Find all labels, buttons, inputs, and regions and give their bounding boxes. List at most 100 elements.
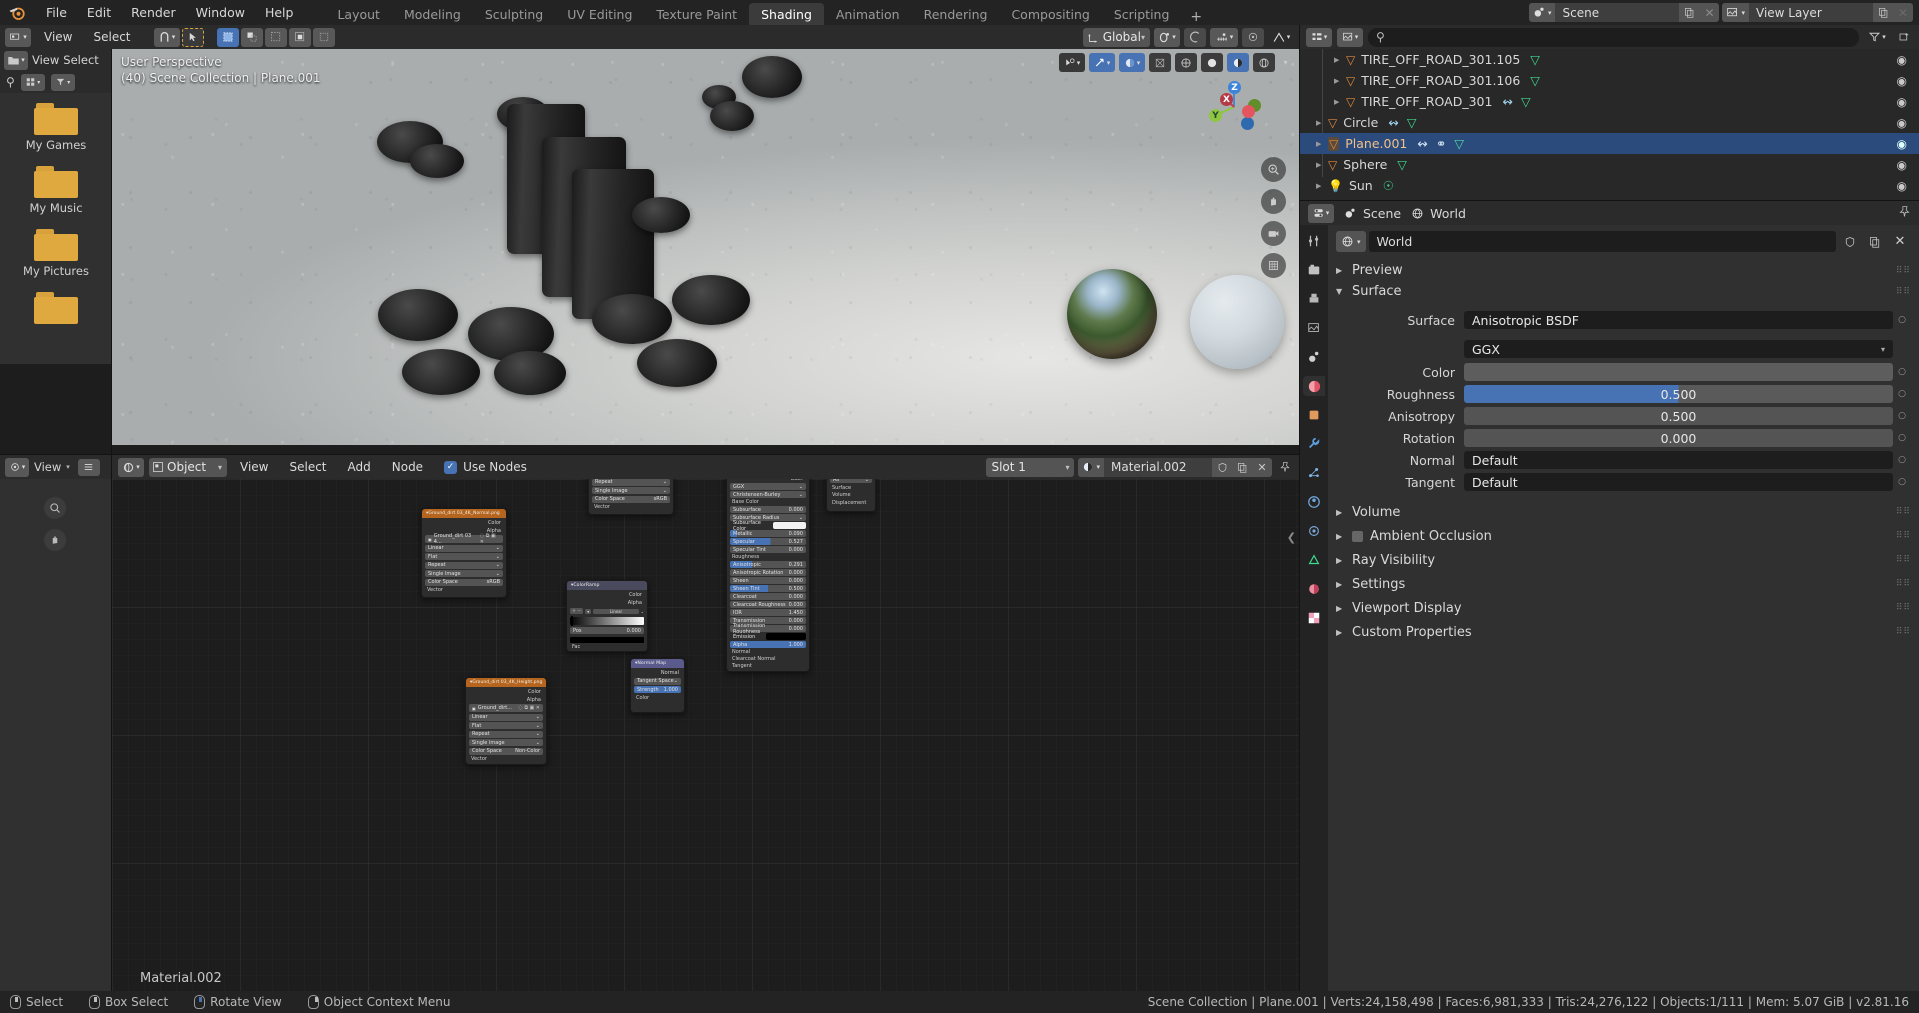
ambient-occlusion-checkbox[interactable] bbox=[1352, 530, 1363, 542]
sidebar-zoom-icon[interactable] bbox=[44, 497, 66, 519]
outliner-row-plane-001[interactable]: ▶ ▽ Plane.001 ↭ ⚭ ▽ ◉ bbox=[1300, 133, 1919, 154]
shading-wireframe-icon[interactable] bbox=[1149, 53, 1171, 72]
modifier-icon[interactable]: ↭ bbox=[1502, 94, 1512, 109]
shading-rendered-icon[interactable] bbox=[1253, 53, 1275, 72]
node-output-bsdf[interactable]: BSDF bbox=[730, 479, 806, 482]
tangent-dropdown[interactable]: Default bbox=[1464, 473, 1893, 491]
animate-property-icon[interactable]: ○ bbox=[1893, 367, 1911, 377]
animate-property-icon[interactable]: ○ bbox=[1893, 477, 1911, 487]
outliner-row-tire-301[interactable]: ▶ ▽ TIRE_OFF_ROAD_301 ↭ ▽ ◉ bbox=[1300, 91, 1919, 112]
bsdf-input-emission[interactable]: Emission bbox=[730, 633, 806, 640]
menu-render[interactable]: Render bbox=[121, 0, 186, 25]
node-image-texture-base-color[interactable]: ▾ Ground_dirt 03_4K_Base_Color.png Color… bbox=[588, 479, 674, 515]
material-name[interactable]: Material.002 bbox=[1104, 457, 1212, 477]
node-output-alpha[interactable]: Alpha bbox=[570, 600, 644, 606]
animate-property-icon[interactable]: ○ bbox=[1893, 411, 1911, 421]
world-name[interactable]: World bbox=[1368, 231, 1836, 252]
xray-toggle-icon[interactable]: ▾ bbox=[1119, 53, 1145, 72]
shader-menu-node[interactable]: Node bbox=[384, 460, 431, 474]
zoom-icon[interactable] bbox=[1261, 157, 1286, 182]
tire-object[interactable] bbox=[637, 339, 717, 387]
bsdf-input-subsurface[interactable]: Subsurface 0.000 bbox=[730, 506, 806, 513]
scene-tab[interactable] bbox=[1303, 347, 1325, 367]
tab-scripting[interactable]: Scripting bbox=[1102, 3, 1182, 25]
scene-name[interactable]: Scene bbox=[1555, 3, 1680, 22]
expand-triangle-icon[interactable]: ▶ bbox=[1316, 140, 1328, 148]
expand-triangle-icon[interactable]: ▶ bbox=[1334, 98, 1346, 106]
material-output-input-surface[interactable]: Surface bbox=[830, 485, 872, 491]
outliner-properties-separator[interactable] bbox=[1300, 200, 1919, 201]
left-column-separator[interactable] bbox=[111, 49, 112, 991]
material-output-target-dropdown[interactable]: All ⌄ bbox=[830, 479, 872, 483]
node-source-dropdown[interactable]: Single Image ⌄ bbox=[469, 739, 543, 746]
falloff-curve-icon[interactable]: ▾ bbox=[1268, 28, 1294, 47]
file-item[interactable] bbox=[0, 292, 112, 324]
node-output-color[interactable]: Color bbox=[570, 592, 644, 598]
copy-icon[interactable] bbox=[1873, 3, 1893, 22]
modifier-icon[interactable]: ↭ bbox=[1388, 115, 1398, 130]
physics-tab[interactable] bbox=[1303, 492, 1325, 512]
data-tab[interactable] bbox=[1303, 550, 1325, 570]
tab-compositing[interactable]: Compositing bbox=[999, 3, 1101, 25]
colorramp-pos-field[interactable]: Pos 0.000 bbox=[570, 627, 644, 634]
select-mode-and-icon[interactable] bbox=[312, 27, 335, 47]
node-color-ramp[interactable]: ▾ ColorRamp Color Alpha ＋ － ▾ Linear ⌄ P… bbox=[566, 580, 648, 652]
bsdf-input-metallic[interactable]: Metallic 0.090 bbox=[730, 530, 806, 537]
proportional-falloff-toggle[interactable] bbox=[1242, 27, 1264, 47]
gizmo-axis-y[interactable]: Y bbox=[1209, 109, 1222, 122]
bsdf-input-sheen[interactable]: Sheen 0.000 bbox=[730, 577, 806, 584]
light-data-icon[interactable]: ☉ bbox=[1383, 178, 1394, 193]
node-interpolation-dropdown[interactable]: Linear ⌄ bbox=[425, 544, 503, 552]
view-layer-name[interactable]: View Layer bbox=[1749, 3, 1873, 22]
output-tab[interactable] bbox=[1303, 289, 1325, 309]
file-item[interactable]: My Music bbox=[0, 166, 112, 215]
node-extension-dropdown[interactable]: Repeat ⌄ bbox=[592, 479, 670, 486]
node-projection-dropdown[interactable]: Flat ⌄ bbox=[469, 722, 543, 729]
node-input-vector[interactable]: Vector bbox=[592, 504, 670, 510]
material-tab[interactable] bbox=[1303, 579, 1325, 599]
panel-preview[interactable]: ▶ Preview ⠿⠿ bbox=[1336, 260, 1911, 281]
tire-object[interactable] bbox=[410, 144, 464, 178]
node-input-fac[interactable]: Fac bbox=[570, 644, 644, 650]
tire-object[interactable] bbox=[592, 294, 672, 344]
colorramp-interpolation[interactable]: Linear bbox=[593, 608, 639, 614]
x-icon[interactable]: ✕ bbox=[1893, 3, 1913, 22]
mesh-data-icon[interactable]: ▽ bbox=[1397, 157, 1407, 172]
copy-icon[interactable] bbox=[1679, 3, 1700, 22]
shader-menu-view[interactable]: View bbox=[232, 460, 276, 474]
shading-solid-filled-icon[interactable] bbox=[1201, 53, 1223, 72]
colorramp-toolbar[interactable]: ＋ － ▾ Linear ⌄ bbox=[570, 608, 644, 614]
panel-volume[interactable]: ▶ Volume ⠿⠿ bbox=[1336, 500, 1911, 524]
node-colorspace-dropdown[interactable]: Color Space Non-Color bbox=[469, 747, 543, 755]
node-input-vector[interactable]: Vector bbox=[469, 756, 543, 762]
tab-layout[interactable]: Layout bbox=[325, 3, 392, 25]
sidebar-collapse-arrow-icon[interactable]: ❮ bbox=[1287, 531, 1296, 544]
outliner-row-tire-106[interactable]: ▶ ▽ TIRE_OFF_ROAD_301.106 ▽ ◉ bbox=[1300, 70, 1919, 91]
outliner-row-circle[interactable]: ▶ ▽ Circle ↭ ▽ ◉ bbox=[1300, 112, 1919, 133]
tab-shading[interactable]: Shading bbox=[749, 3, 824, 25]
node-source-dropdown[interactable]: Single Image ⌄ bbox=[425, 570, 503, 577]
colorramp-color-swatch[interactable] bbox=[570, 636, 644, 643]
node-projection-dropdown[interactable]: Flat ⌄ bbox=[425, 553, 503, 560]
node-header[interactable]: ▾ ColorRamp bbox=[567, 581, 647, 590]
view-icon[interactable]: ▾ bbox=[5, 457, 29, 477]
panel-surface[interactable]: ▼ Surface ⠿⠿ bbox=[1336, 281, 1911, 302]
bsdf-input-alpha[interactable]: Alpha 1.000 bbox=[730, 641, 806, 648]
select-mode-set-icon[interactable] bbox=[216, 27, 239, 47]
shader-menu-select[interactable]: Select bbox=[281, 460, 334, 474]
tab-texture-paint[interactable]: Texture Paint bbox=[644, 3, 749, 25]
unlink-icon[interactable]: ✕ bbox=[1252, 457, 1272, 477]
modifier-tab[interactable] bbox=[1303, 434, 1325, 454]
animate-property-icon[interactable]: ○ bbox=[1893, 433, 1911, 443]
node-extension-dropdown[interactable]: Repeat ⌄ bbox=[469, 730, 543, 738]
viewport-menu-select[interactable]: Select bbox=[85, 30, 138, 44]
shading-solid-icon[interactable] bbox=[1175, 53, 1197, 72]
viewport-menu-view[interactable]: View bbox=[36, 30, 80, 44]
bsdf-input-subsurface-color[interactable]: Subsurface Color bbox=[730, 520, 806, 532]
material-icon[interactable]: ⚭ bbox=[1436, 136, 1446, 151]
node-output-alpha[interactable]: Alpha bbox=[469, 697, 543, 703]
panel-viewport-display[interactable]: ▶ Viewport Display ⠿⠿ bbox=[1336, 596, 1911, 620]
properties-editor[interactable]: ▾ Scene World ▾ World ✕ ▶ Preview ⠿⠿ ▼ S… bbox=[1300, 201, 1919, 991]
shader-type-dropdown[interactable]: Object ▾ bbox=[149, 457, 227, 477]
outliner[interactable]: ▾ ▾ ⚲ ▾ ▶ ▽ TIRE_OFF_ROAD_301.105 ▽ ◉ ▶ bbox=[1300, 25, 1919, 201]
